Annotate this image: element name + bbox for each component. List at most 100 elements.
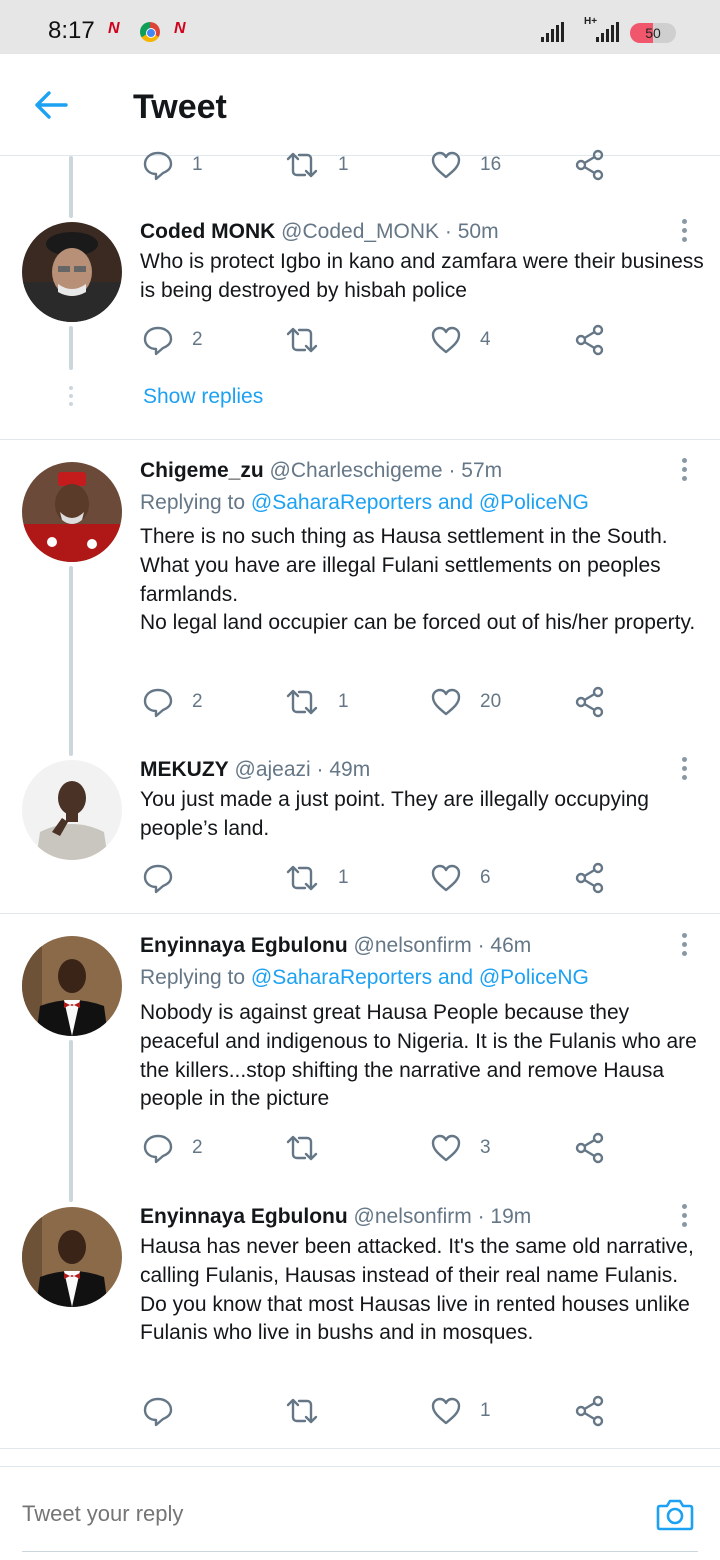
like-button[interactable]: 6 (430, 861, 491, 895)
retweet-button[interactable]: 1 (284, 685, 349, 719)
heart-icon (430, 862, 462, 894)
retweet-icon (284, 862, 320, 894)
page-title: Tweet (133, 88, 227, 126)
reply-input[interactable] (22, 1501, 622, 1527)
retweet-icon (284, 1132, 320, 1164)
reply-button[interactable]: 1 (142, 148, 203, 182)
like-count: 1 (480, 1400, 491, 1421)
like-button[interactable]: 3 (430, 1131, 491, 1165)
reply-button[interactable]: 2 (142, 685, 203, 719)
retweet-icon (284, 686, 320, 718)
handle[interactable]: @Charleschigeme (270, 459, 443, 482)
share-button[interactable] (574, 685, 606, 719)
share-icon (574, 686, 606, 718)
status-bar: 8:17 N N H+ 50 (0, 0, 720, 54)
tweet-actions: 2 3 (140, 1131, 620, 1165)
retweet-count: 1 (338, 691, 349, 712)
replying-to-label: Replying to (140, 491, 246, 514)
reply-count: 2 (192, 1137, 203, 1158)
timestamp: · 19m (477, 1205, 532, 1228)
timestamp: · 57m (448, 459, 503, 482)
share-button[interactable] (574, 148, 606, 182)
avatar[interactable] (22, 1207, 122, 1307)
reply-button[interactable]: 2 (142, 1131, 203, 1165)
retweet-icon (284, 1395, 320, 1427)
retweet-button[interactable] (284, 323, 338, 357)
heart-icon (430, 1395, 462, 1427)
chrome-icon (140, 22, 160, 42)
heart-icon (430, 1132, 462, 1164)
thread-line (69, 566, 73, 756)
replying-to: Replying to @SaharaReporters and @Police… (140, 964, 589, 992)
display-name[interactable]: Coded MONK (140, 220, 275, 243)
replying-to: Replying to @SaharaReporters and @Police… (140, 489, 589, 517)
battery-level: 50 (645, 25, 661, 41)
tweet-actions: 1 6 (140, 861, 620, 895)
reply-count: 2 (192, 329, 203, 350)
tweet-text: Hausa has never been attacked. It's the … (140, 1235, 694, 1345)
handle[interactable]: @nelsonfirm (354, 934, 472, 957)
display-name[interactable]: Enyinnaya Egbulonu (140, 934, 348, 957)
replying-to-mentions[interactable]: @SaharaReporters and @PoliceNG (251, 966, 589, 989)
avatar[interactable] (22, 222, 122, 322)
show-replies-link[interactable]: Show replies (143, 385, 263, 409)
news-n-icon: N (174, 20, 186, 37)
reply-icon (142, 149, 174, 181)
handle[interactable]: @Coded_MONK (281, 220, 439, 243)
reply-button[interactable] (142, 1394, 192, 1428)
share-button[interactable] (574, 323, 606, 357)
share-button[interactable] (574, 1394, 606, 1428)
divider (0, 913, 720, 914)
like-count: 6 (480, 867, 491, 888)
reply-composer (0, 1466, 720, 1560)
avatar[interactable] (22, 936, 122, 1036)
battery-indicator: 50 (630, 23, 676, 43)
retweet-button[interactable] (284, 1131, 338, 1165)
share-icon (574, 324, 606, 356)
more-options-icon[interactable] (680, 458, 688, 484)
news-n-icon: N (108, 20, 120, 37)
tweet-text: There is no such thing as Hausa settleme… (140, 525, 696, 635)
tweet-header: Coded MONK @Coded_MONK · 50m (140, 219, 499, 245)
more-options-icon[interactable] (680, 219, 688, 245)
more-options-icon[interactable] (680, 1204, 688, 1230)
retweet-icon (284, 149, 320, 181)
reply-button[interactable] (142, 861, 192, 895)
back-arrow-icon[interactable] (34, 90, 68, 120)
more-options-icon[interactable] (680, 933, 688, 959)
display-name[interactable]: Chigeme_zu (140, 459, 264, 482)
like-button[interactable]: 4 (430, 323, 491, 357)
handle[interactable]: @nelsonfirm (354, 1205, 472, 1228)
retweet-button[interactable] (284, 1394, 338, 1428)
tweet-header: Enyinnaya Egbulonu @nelsonfirm · 19m (140, 1204, 531, 1230)
like-count: 20 (480, 691, 502, 712)
retweet-button[interactable]: 1 (284, 148, 349, 182)
more-options-icon[interactable] (680, 757, 688, 783)
reply-button[interactable]: 2 (142, 323, 203, 357)
replying-to-mentions[interactable]: @SaharaReporters and @PoliceNG (251, 491, 589, 514)
handle[interactable]: @ajeazi (235, 758, 311, 781)
display-name[interactable]: MEKUZY (140, 758, 229, 781)
like-button[interactable]: 1 (430, 1394, 491, 1428)
display-name[interactable]: Enyinnaya Egbulonu (140, 1205, 348, 1228)
thread-line (69, 326, 73, 370)
tweet-text: You just made a just point. They are ill… (140, 788, 649, 840)
tweet-actions: 2 1 20 (140, 685, 620, 719)
like-count: 3 (480, 1137, 491, 1158)
timestamp: · 50m (444, 220, 499, 243)
reply-icon (142, 324, 174, 356)
share-icon (574, 1395, 606, 1427)
like-count: 4 (480, 329, 491, 350)
like-button[interactable]: 20 (430, 685, 501, 719)
tweet-text: Who is protect Igbo in kano and zamfara … (140, 250, 704, 302)
camera-icon[interactable] (656, 1497, 694, 1531)
share-button[interactable] (574, 1131, 606, 1165)
replying-to-label: Replying to (140, 966, 246, 989)
avatar[interactable] (22, 760, 122, 860)
signal-icon (596, 22, 619, 42)
like-button[interactable]: 16 (430, 148, 501, 182)
avatar[interactable] (22, 462, 122, 562)
retweet-button[interactable]: 1 (284, 861, 349, 895)
share-button[interactable] (574, 861, 606, 895)
reply-count: 2 (192, 691, 203, 712)
